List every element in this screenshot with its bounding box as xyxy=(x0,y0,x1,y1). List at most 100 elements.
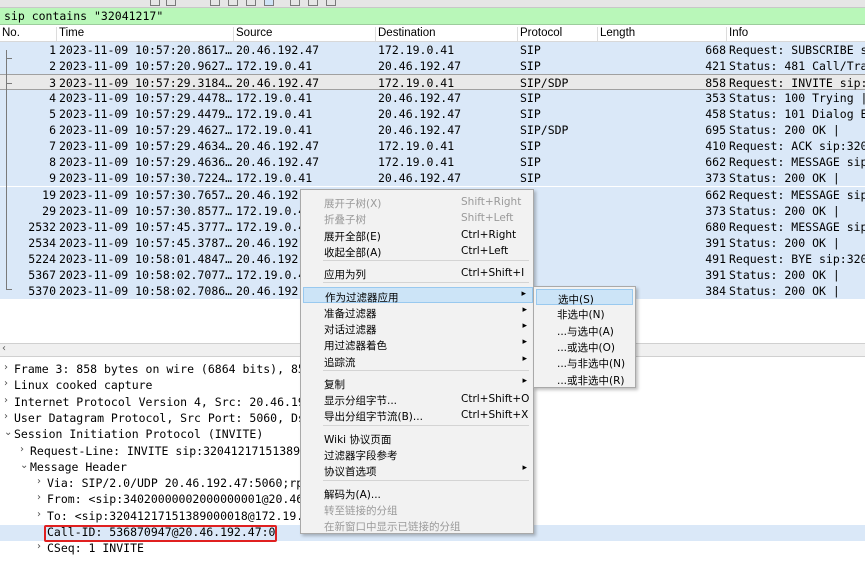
expand-arrow-icon[interactable]: › xyxy=(20,444,30,455)
packet-time: 2023-11-09 10:58:01.4847… xyxy=(59,252,233,266)
packet-row[interactable]: 4 2023-11-09 10:57:29.4478… 172.19.0.41 20.… xyxy=(0,90,865,106)
detail-tree-item[interactable]: › CSeq: 1 INVITE xyxy=(0,541,865,557)
filter-submenu-item[interactable]: 非选中(N) xyxy=(536,305,633,321)
open-file-icon[interactable] xyxy=(150,0,160,6)
packet-info: Status: 200 OK | xyxy=(729,171,840,185)
context-menu-item[interactable]: 过滤器字段参考 xyxy=(303,446,533,462)
packet-protocol: SIP/SDP xyxy=(520,123,569,137)
expand-arrow-icon[interactable]: › xyxy=(4,362,14,373)
packet-protocol: SIP xyxy=(520,59,541,73)
context-menu-item[interactable]: 展开全部(E) Ctrl+Right xyxy=(303,227,533,243)
packet-protocol: SIP xyxy=(520,43,541,57)
filter-submenu-item[interactable]: ...或非选中(R) xyxy=(536,371,633,387)
collapse-arrow-icon[interactable]: ⌄ xyxy=(4,427,14,438)
expand-arrow-icon[interactable]: › xyxy=(37,541,47,552)
context-menu-item: 转至链接的分组 xyxy=(303,501,533,517)
submenu-arrow-icon: ▸ xyxy=(522,337,527,347)
expand-arrow-icon[interactable]: › xyxy=(4,411,14,422)
column-header-info[interactable]: Info xyxy=(727,27,865,41)
column-header-no[interactable]: No. xyxy=(0,27,57,41)
column-header-length[interactable]: Length xyxy=(598,27,727,41)
scroll-left-icon[interactable]: ‹ xyxy=(2,343,6,354)
column-header-source[interactable]: Source xyxy=(234,27,376,41)
packet-row[interactable]: 1 2023-11-09 10:57:20.8617… 20.46.192.47 17… xyxy=(0,42,865,58)
context-menu-item[interactable]: 应用为列 Ctrl+Shift+I xyxy=(303,265,533,281)
menu-item-label: 导出分组字节流(B)... xyxy=(324,411,423,423)
context-menu-item[interactable]: 收起全部(A) Ctrl+Left xyxy=(303,243,533,259)
packet-protocol: SIP xyxy=(520,91,541,105)
menu-item-shortcut: Shift+Right xyxy=(461,196,522,208)
column-header-protocol[interactable]: Protocol xyxy=(518,27,598,41)
menu-item-label: ...或选中(O) xyxy=(557,341,615,354)
context-menu-item[interactable]: 解码为(A)... xyxy=(303,485,533,501)
packet-row[interactable]: 2 2023-11-09 10:57:20.9627… 172.19.0.41 20.… xyxy=(0,58,865,74)
packet-list-header: No. Time Source Destination Protocol Len… xyxy=(0,26,865,42)
column-header-time[interactable]: Time xyxy=(57,27,234,41)
save-file-icon[interactable] xyxy=(166,0,176,6)
packet-row[interactable]: 3 2023-11-09 10:57:29.3184… 20.46.192.47 17… xyxy=(0,74,865,90)
context-menu-item[interactable]: 导出分组字节流(B)... Ctrl+Shift+X xyxy=(303,407,533,423)
packet-time: 2023-11-09 10:57:29.4636… xyxy=(59,155,233,169)
submenu-arrow-icon: ▸ xyxy=(521,289,526,299)
collapse-arrow-icon[interactable]: ⌄ xyxy=(20,460,30,471)
column-header-destination[interactable]: Destination xyxy=(376,27,518,41)
go-forward-icon[interactable] xyxy=(246,0,256,6)
menu-item-label: 解码为(A)... xyxy=(324,489,381,501)
packet-number: 9 xyxy=(49,171,56,185)
expand-arrow-icon[interactable]: › xyxy=(4,378,14,389)
menu-item-label: 复制 xyxy=(324,379,345,391)
submenu-arrow-icon: ▸ xyxy=(522,463,527,473)
call-id-highlight-box xyxy=(44,525,277,542)
menu-item-label: 作为过滤器应用 xyxy=(325,292,399,304)
packet-row[interactable]: 8 2023-11-09 10:57:29.4636… 20.46.192.47 17… xyxy=(0,154,865,170)
packet-row[interactable]: 9 2023-11-09 10:57:30.7224… 172.19.0.41 20.… xyxy=(0,170,865,186)
context-menu-item[interactable]: 对话过滤器 ▸ xyxy=(303,320,533,336)
packet-number: 1 xyxy=(49,43,56,57)
context-menu-item[interactable]: 准备过滤器 ▸ xyxy=(303,304,533,320)
packet-protocol: SIP xyxy=(520,155,541,169)
filter-submenu-item[interactable]: ...与选中(A) xyxy=(536,322,633,338)
context-menu-item[interactable]: Wiki 协议页面 xyxy=(303,430,533,446)
context-menu-item[interactable]: 用过滤器着色 ▸ xyxy=(303,336,533,352)
expand-arrow-icon[interactable]: › xyxy=(4,395,14,406)
context-menu-item: 在新窗口中显示已链接的分组 xyxy=(303,517,533,533)
filter-submenu-item[interactable]: 选中(S) xyxy=(536,289,633,306)
menu-item-label: ...或非选中(R) xyxy=(557,374,625,387)
zoom-out-icon[interactable] xyxy=(308,0,318,6)
packet-destination: 172.19.0.41 xyxy=(378,76,455,90)
expand-arrow-icon[interactable]: › xyxy=(37,492,47,503)
zoom-in-icon[interactable] xyxy=(290,0,300,6)
submenu-arrow-icon: ▸ xyxy=(522,354,527,364)
menu-item-label: Wiki 协议页面 xyxy=(324,434,392,446)
packet-row[interactable]: 7 2023-11-09 10:57:29.4634… 20.46.192.47 17… xyxy=(0,138,865,154)
packet-time: 2023-11-09 10:57:29.4479… xyxy=(59,107,233,121)
apply-as-filter-submenu: 选中(S) 非选中(N) ...与选中(A) ...或选中(O) ...与非选中(N).… xyxy=(533,286,636,388)
packet-row[interactable]: 6 2023-11-09 10:57:29.4627… 172.19.0.41 20.… xyxy=(0,122,865,138)
packet-destination: 172.19.0.41 xyxy=(378,139,455,153)
context-menu-item[interactable]: 协议首选项 ▸ xyxy=(303,462,533,478)
packet-protocol: SIP/SDP xyxy=(520,76,569,90)
context-menu-item[interactable]: 追踪流 ▸ xyxy=(303,353,533,369)
go-back-icon[interactable] xyxy=(228,0,238,6)
context-menu-item[interactable]: 显示分组字节... Ctrl+Shift+O xyxy=(303,391,533,407)
menu-item-label: 在新窗口中显示已链接的分组 xyxy=(324,521,461,533)
packet-protocol: SIP xyxy=(520,171,541,185)
packet-number: 7 xyxy=(49,139,56,153)
colorize-icon[interactable] xyxy=(264,0,274,6)
packet-info: Request: ACK sip:320 xyxy=(729,139,865,153)
expand-arrow-icon[interactable]: › xyxy=(37,509,47,520)
expand-arrow-icon[interactable]: › xyxy=(37,476,47,487)
packet-source: 20.46.192.47 xyxy=(236,155,320,169)
packet-time: 2023-11-09 10:57:29.3184… xyxy=(59,76,233,90)
context-menu-item[interactable]: 作为过滤器应用 ▸ xyxy=(303,287,533,304)
zoom-reset-icon[interactable] xyxy=(326,0,336,6)
filter-submenu-item[interactable]: ...与非选中(N) xyxy=(536,354,633,370)
packet-info: Status: 200 OK | xyxy=(729,284,840,298)
packet-time: 2023-11-09 10:57:30.7657… xyxy=(59,188,233,202)
find-packet-icon[interactable] xyxy=(210,0,220,6)
display-filter-input[interactable]: sip contains "32041217" xyxy=(4,9,163,23)
filter-submenu-item[interactable]: ...或选中(O) xyxy=(536,338,633,354)
context-menu-item[interactable]: 复制 ▸ xyxy=(303,375,533,391)
display-filter-bar[interactable]: sip contains "32041217" xyxy=(0,8,865,25)
packet-row[interactable]: 5 2023-11-09 10:57:29.4479… 172.19.0.41 20.… xyxy=(0,106,865,122)
